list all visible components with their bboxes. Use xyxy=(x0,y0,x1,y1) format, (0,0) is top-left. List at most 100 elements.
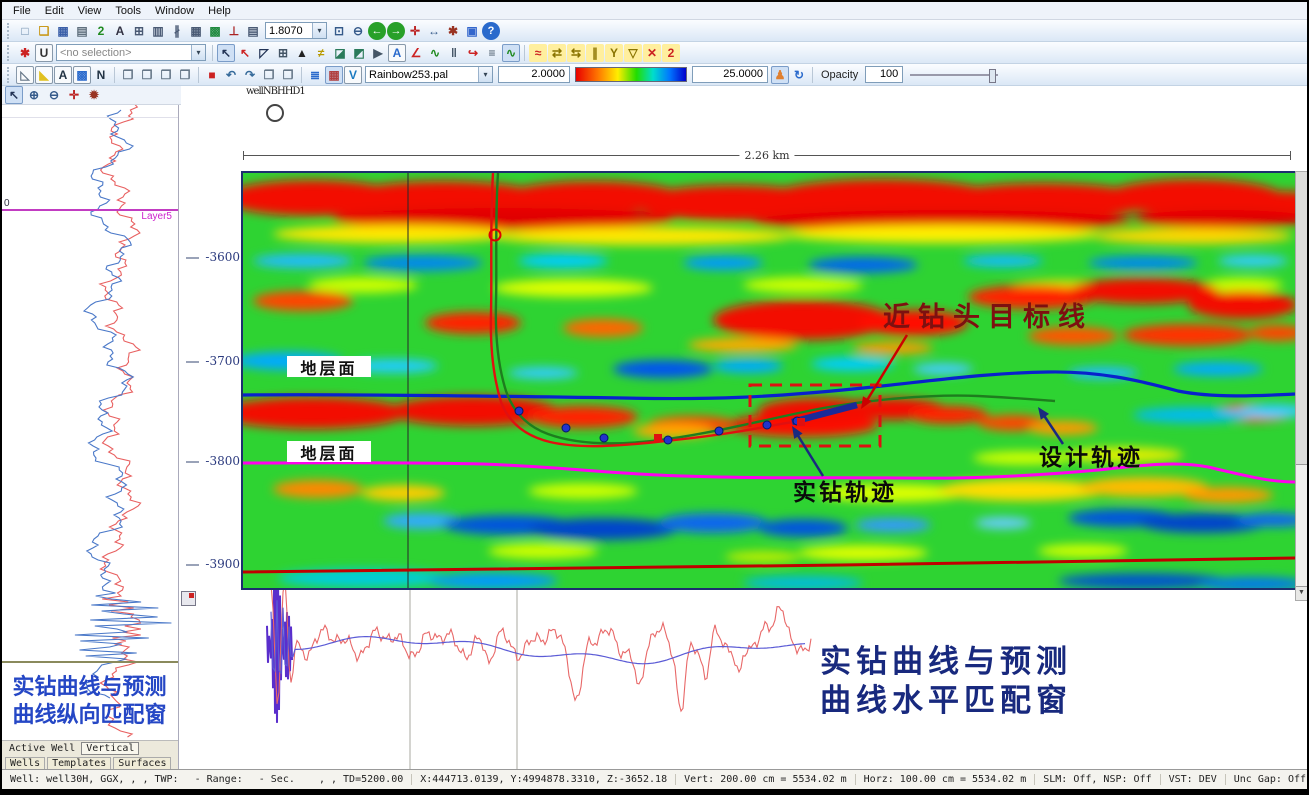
print-icon[interactable]: ▤ xyxy=(73,22,91,40)
horizontal-match-window[interactable] xyxy=(179,588,1307,769)
copy-icon[interactable]: ❐ xyxy=(119,66,137,84)
text-style-icon[interactable]: A xyxy=(111,22,129,40)
annotation-line: 曲线水平匹配窗 xyxy=(820,681,1072,720)
tab-vertical[interactable]: Vertical xyxy=(81,742,139,755)
squeeze-horizon-icon[interactable]: ⇆ xyxy=(567,44,585,62)
help-icon[interactable]: ? xyxy=(482,22,500,40)
track-all-icon[interactable]: ✱ xyxy=(16,44,34,62)
select-cursor-icon[interactable]: ↖ xyxy=(5,86,23,104)
display-settings-icon[interactable]: ▣ xyxy=(463,22,481,40)
delete-pick-icon[interactable]: ✕ xyxy=(643,44,661,62)
triangle-fill-icon[interactable]: ◣ xyxy=(35,66,53,84)
crossplot-icon[interactable]: ⊞ xyxy=(130,22,148,40)
fit-width-icon[interactable]: ↔ xyxy=(425,22,443,40)
chevron-down-icon[interactable]: ▾ xyxy=(191,45,205,60)
chevron-down-icon[interactable]: ▾ xyxy=(312,23,326,38)
vertical-match-window[interactable] xyxy=(2,104,178,770)
zoom-out-icon[interactable]: ⊖ xyxy=(349,22,367,40)
copy-style-icon[interactable]: ❐ xyxy=(138,66,156,84)
curve-window-icon[interactable]: ∿ xyxy=(502,44,520,62)
fence-icon[interactable]: ≠ xyxy=(312,44,330,62)
log-curves-icon[interactable]: ‖ xyxy=(445,44,463,62)
save-icon[interactable]: ▦ xyxy=(54,22,72,40)
export-report-icon[interactable]: 2 xyxy=(92,22,110,40)
grid-view-icon[interactable]: ▦ xyxy=(187,22,205,40)
palette-min-field[interactable]: 2.0000 xyxy=(498,66,570,83)
wave-compare-icon[interactable]: ≈ xyxy=(529,44,547,62)
pan-hand-icon[interactable]: ✱ xyxy=(444,22,462,40)
angle-measure-icon[interactable]: ∠ xyxy=(407,44,425,62)
stack-icon[interactable]: ≡ xyxy=(483,44,501,62)
toolbar-separator xyxy=(812,67,813,83)
record-stop-icon[interactable]: ■ xyxy=(203,66,221,84)
panel-corner-icon[interactable] xyxy=(181,591,196,606)
update-u-icon[interactable]: U xyxy=(35,44,53,62)
tab-active-well[interactable]: Active Well xyxy=(5,743,79,754)
node-edit-icon[interactable]: N xyxy=(92,66,110,84)
snapshot-save-icon[interactable]: ❐ xyxy=(279,66,297,84)
map-view-icon[interactable]: ▩ xyxy=(206,22,224,40)
fit-view-icon[interactable]: ✛ xyxy=(406,22,424,40)
polyline-icon[interactable]: ∿ xyxy=(426,44,444,62)
scrollbar-down-button[interactable]: ▼ xyxy=(1296,586,1307,600)
opacity-field[interactable]: 100 xyxy=(865,66,903,83)
nav-forward-icon[interactable]: → xyxy=(387,22,405,40)
zoom-in-icon[interactable]: ⊕ xyxy=(25,86,43,104)
refresh-icon[interactable]: ↻ xyxy=(790,66,808,84)
chevron-down-icon[interactable]: ▾ xyxy=(478,67,492,82)
stretch-horizon-icon[interactable]: ⇄ xyxy=(548,44,566,62)
calculator-icon[interactable]: ▤ xyxy=(244,22,262,40)
slider-handle[interactable] xyxy=(989,69,996,83)
list-icon[interactable]: ≣ xyxy=(306,66,324,84)
scrollbar-thumb[interactable] xyxy=(1296,172,1307,465)
split-view-icon[interactable]: ∦ xyxy=(168,22,186,40)
paste-style-icon[interactable]: ❒ xyxy=(176,66,194,84)
nav-back-icon[interactable]: ← xyxy=(368,22,386,40)
annotation-a-icon[interactable]: A xyxy=(388,44,406,62)
menu-item-window[interactable]: Window xyxy=(148,4,201,18)
selection-combo[interactable]: <no selection>▾ xyxy=(56,44,206,61)
hand-icon[interactable]: ✹ xyxy=(85,86,103,104)
derrick-icon[interactable]: ▲ xyxy=(293,44,311,62)
surface-icon[interactable]: ◪ xyxy=(331,44,349,62)
menu-item-file[interactable]: File xyxy=(6,4,38,18)
well-section-icon[interactable]: ⊥ xyxy=(225,22,243,40)
paste-icon[interactable]: ❒ xyxy=(157,66,175,84)
palette-max-field[interactable]: 25.0000 xyxy=(692,66,768,83)
color-fill-icon[interactable]: ▩ xyxy=(73,66,91,84)
open-folder-icon[interactable]: ❏ xyxy=(35,22,53,40)
menu-item-view[interactable]: View xyxy=(71,4,109,18)
redo-pick-icon[interactable]: 2 xyxy=(662,44,680,62)
palette-grid-icon[interactable]: ▦ xyxy=(325,66,343,84)
volume-icon[interactable]: ◩ xyxy=(350,44,368,62)
toolbar-separator xyxy=(114,67,115,83)
tracks-icon[interactable]: ▥ xyxy=(149,22,167,40)
opacity-slider[interactable] xyxy=(910,67,998,83)
undo-icon[interactable]: ↶ xyxy=(222,66,240,84)
menu-item-tools[interactable]: Tools xyxy=(108,4,148,18)
new-document-icon[interactable]: □ xyxy=(16,22,34,40)
snapshot-icon[interactable]: ❐ xyxy=(260,66,278,84)
menu-item-help[interactable]: Help xyxy=(201,4,238,18)
menu-item-edit[interactable]: Edit xyxy=(38,4,71,18)
select-lasso-icon[interactable]: ◸ xyxy=(255,44,273,62)
fork-pick-icon[interactable]: Y xyxy=(605,44,623,62)
hook-curve-icon[interactable]: ↪ xyxy=(464,44,482,62)
zoom-region-icon[interactable]: ⊡ xyxy=(330,22,348,40)
select-cursor-icon[interactable]: ↖ xyxy=(217,44,235,62)
triangle-outline-icon[interactable]: ◺ xyxy=(16,66,34,84)
hatch-fill-icon[interactable]: ∥ xyxy=(586,44,604,62)
redo-icon[interactable]: ↷ xyxy=(241,66,259,84)
histogram-person-icon[interactable]: ♟ xyxy=(771,66,789,84)
spreadsheet-icon[interactable]: ⊞ xyxy=(274,44,292,62)
zoom-level-combo[interactable]: 1.8070▾ xyxy=(265,22,327,39)
zoom-out-icon[interactable]: ⊖ xyxy=(45,86,63,104)
select-points-icon[interactable]: ↖ xyxy=(236,44,254,62)
trapezoid-icon[interactable]: ▽ xyxy=(624,44,642,62)
palette-combo[interactable]: Rainbow253.pal▾ xyxy=(365,66,493,83)
seismic-section[interactable]: 地层面 地层面 近钻头目标线 实钻轨迹 设计轨迹 xyxy=(241,171,1297,590)
move-view-icon[interactable]: ✛ xyxy=(65,86,83,104)
label-box-icon[interactable]: A xyxy=(54,66,72,84)
add-pick-icon[interactable]: ▶ xyxy=(369,44,387,62)
velocity-icon[interactable]: V xyxy=(344,66,362,84)
